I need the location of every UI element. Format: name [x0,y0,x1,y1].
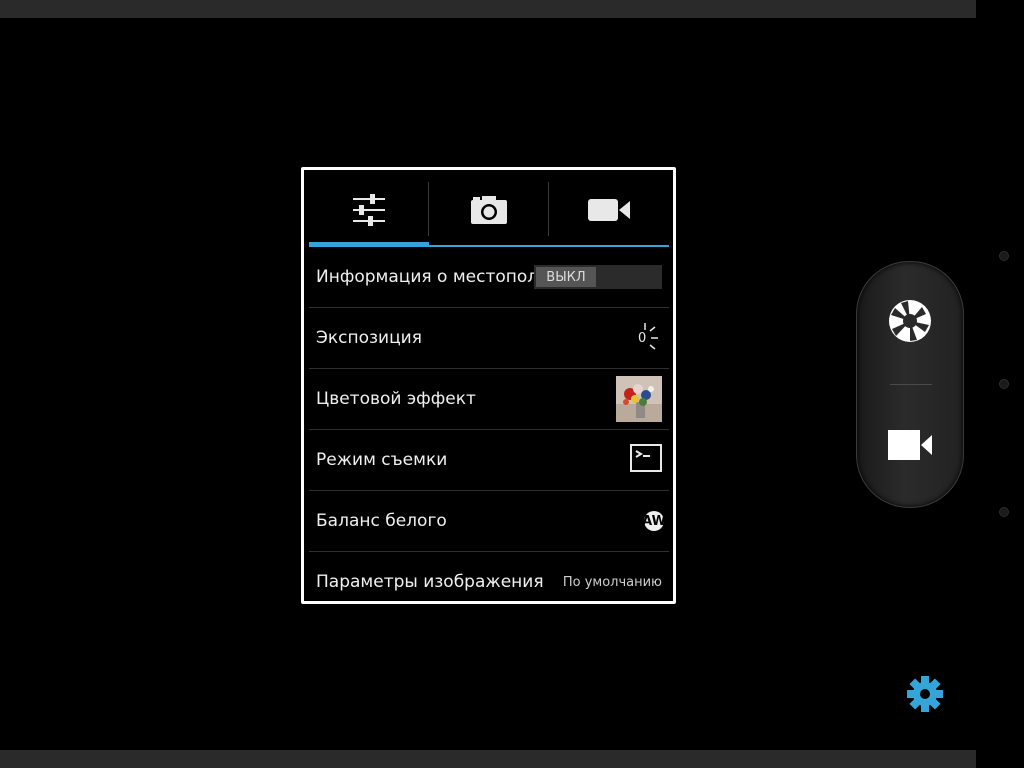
panel-divider [890,384,932,385]
setting-white-balance[interactable]: Баланс белого AW [309,491,669,552]
color-effect-thumbnail [616,376,662,422]
settings-tabs [309,176,669,247]
camera-screen: Информация о местоположении ВЫКЛ Экспози… [0,0,1024,768]
shutter-icon [887,295,933,351]
setting-value: По умолчанию [562,574,662,590]
scene-mode-icon [630,444,662,476]
video-record-icon [888,429,932,465]
location-toggle[interactable]: ВЫКЛ [534,265,662,289]
indicator-dot [999,507,1009,517]
exposure-value: 0 [638,331,647,346]
setting-label: Режим съемки [316,450,448,470]
camera-settings-popup: Информация о местоположении ВЫКЛ Экспози… [301,167,676,604]
camera-icon [470,195,508,229]
indicator-dot [999,379,1009,389]
setting-label: Информация о местоположении [316,267,534,287]
settings-button[interactable] [905,674,945,714]
shutter-button[interactable] [857,290,963,356]
setting-picture-params[interactable]: Параметры изображения По умолчанию [309,552,669,612]
setting-label: Параметры изображения [316,572,544,592]
tab-video-settings[interactable] [549,176,669,247]
settings-list: Информация о местоположении ВЫКЛ Экспози… [309,247,669,612]
gear-icon [905,676,945,718]
capture-panel [856,261,964,508]
setting-label: Экспозиция [316,328,422,348]
navigation-strip [0,750,976,768]
setting-label: Баланс белого [316,511,447,531]
video-record-button[interactable] [857,414,963,480]
tab-photo-settings[interactable] [429,176,549,247]
indicator-dot [999,251,1009,261]
toggle-value: ВЫКЛ [536,267,596,287]
setting-exposure[interactable]: Экспозиция 0 [309,308,669,369]
status-strip [0,0,976,18]
video-camera-icon [588,197,630,227]
awb-badge: AW [642,511,666,531]
setting-color-effect[interactable]: Цветовой эффект [309,369,669,430]
auto-white-balance-icon: AW [642,511,666,531]
setting-label: Цветовой эффект [316,389,476,409]
sliders-icon [351,192,387,232]
setting-scene-mode[interactable]: Режим съемки [309,430,669,491]
exposure-icon: 0 [636,321,662,355]
setting-location[interactable]: Информация о местоположении ВЫКЛ [309,247,669,308]
tab-general-settings[interactable] [309,176,429,247]
